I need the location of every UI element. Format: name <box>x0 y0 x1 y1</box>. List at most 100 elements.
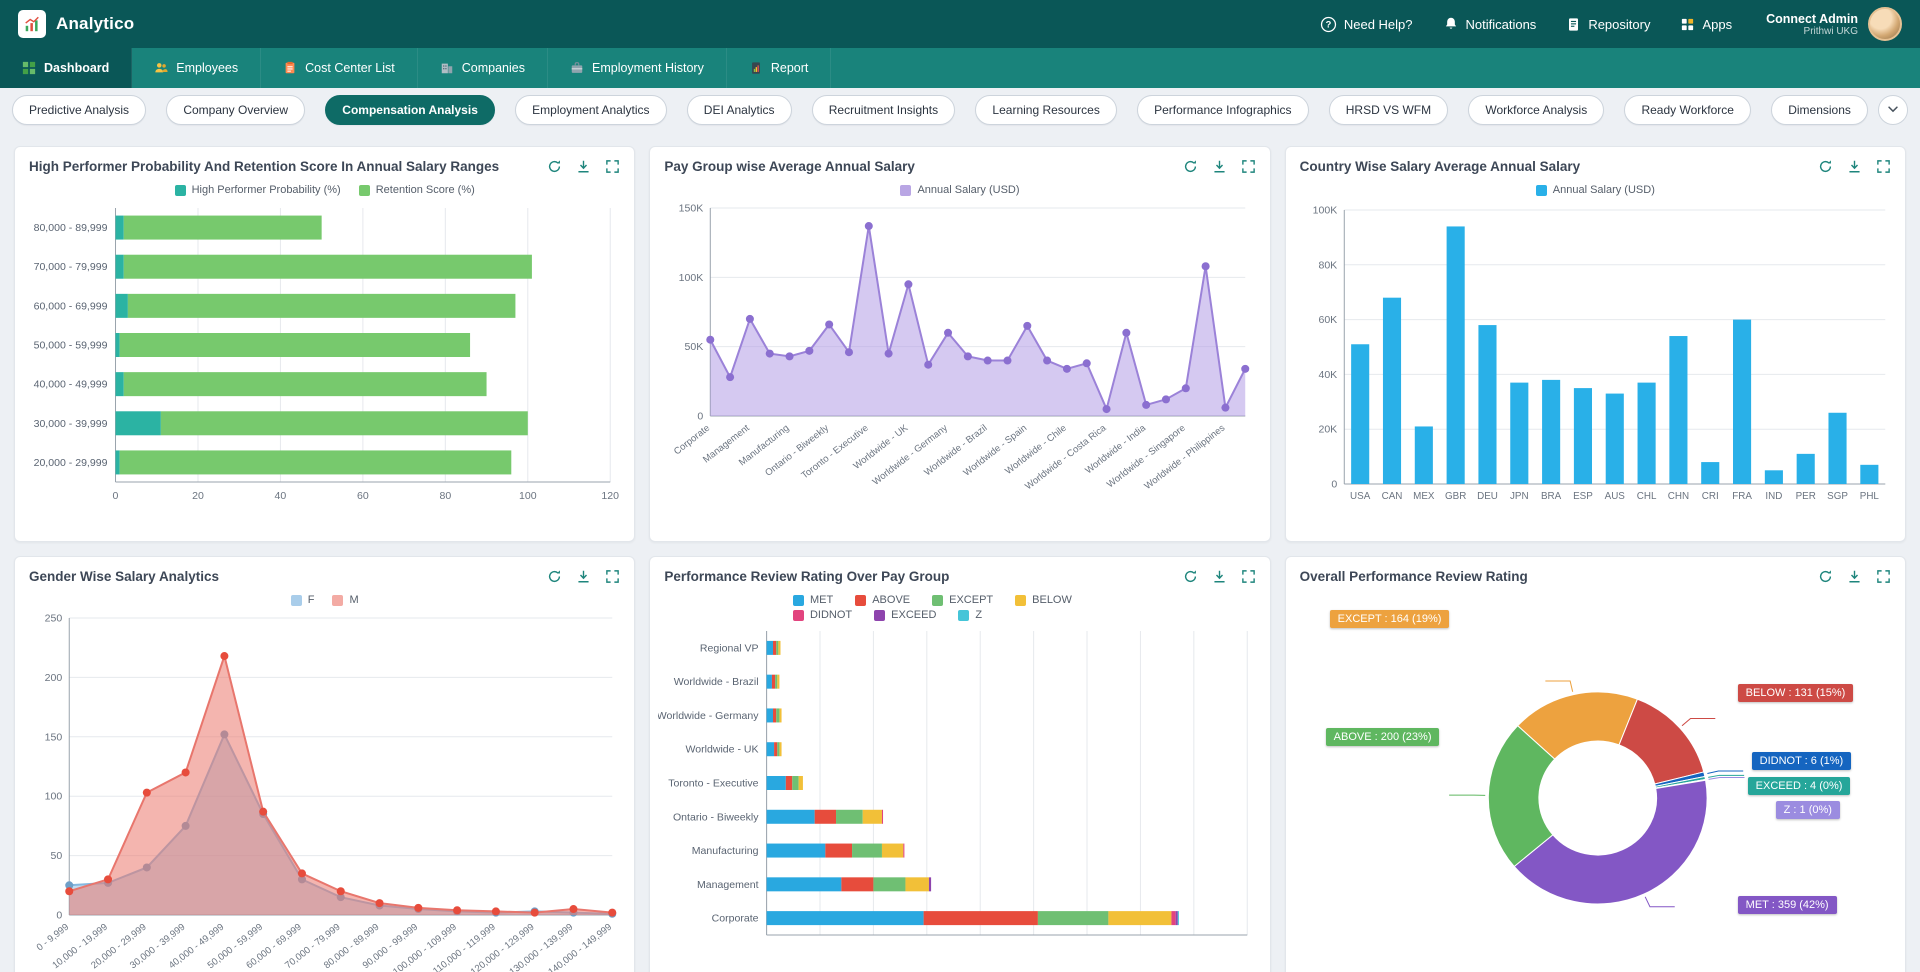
chart-legend: High Performer Probability (%) Retention … <box>15 178 634 198</box>
menu-need-help[interactable]: ?Need Help? <box>1320 16 1413 33</box>
pill-employment-analytics[interactable]: Employment Analytics <box>515 95 666 125</box>
area-chart-canvas: 0501001502002500 - 9,99910,000 - 19,9992… <box>23 610 626 972</box>
tab-employees[interactable]: Employees <box>132 48 261 88</box>
pill-company-overview[interactable]: Company Overview <box>166 95 305 125</box>
app-logo[interactable] <box>18 10 46 38</box>
download-button[interactable] <box>1847 159 1862 174</box>
card-paygroup-salary: Pay Group wise Average Annual Salary Ann… <box>649 146 1270 542</box>
pill-dimensions[interactable]: Dimensions <box>1771 95 1868 125</box>
svg-text:50K: 50K <box>685 341 704 353</box>
tab-cost-center-list[interactable]: Cost Center List <box>261 48 418 88</box>
expand-button[interactable] <box>1241 569 1256 584</box>
more-filters-button[interactable] <box>1878 95 1908 125</box>
card-header: Pay Group wise Average Annual Salary <box>650 147 1269 178</box>
svg-text:CAN: CAN <box>1381 491 1402 502</box>
svg-text:40,000 - 49,999: 40,000 - 49,999 <box>34 379 108 391</box>
user-avatar[interactable] <box>1868 7 1902 41</box>
tab-label: Dashboard <box>44 61 109 75</box>
chart-title: High Performer Probability And Retention… <box>29 159 499 174</box>
expand-button[interactable] <box>1876 159 1891 174</box>
chart-logo-icon <box>23 15 41 33</box>
menu-apps[interactable]: Apps <box>1680 17 1732 32</box>
legend-item[interactable]: EXCEPT <box>932 594 993 606</box>
menu-label: Repository <box>1588 17 1650 32</box>
svg-text:Ontario - Biweekly: Ontario - Biweekly <box>673 811 759 823</box>
download-button[interactable] <box>1847 569 1862 584</box>
stacked-hbar-chart-canvas: Regional VPWorldwide - BrazilWorldwide -… <box>658 625 1261 965</box>
legend-item[interactable]: DIDNOT <box>793 609 852 621</box>
expand-button[interactable] <box>605 159 620 174</box>
menu-notifications[interactable]: Notifications <box>1443 16 1537 32</box>
pill-workforce-analysis[interactable]: Workforce Analysis <box>1468 95 1604 125</box>
download-button[interactable] <box>576 159 591 174</box>
svg-text:Toronto - Executive: Toronto - Executive <box>669 778 759 790</box>
legend-label: Retention Score (%) <box>376 184 475 196</box>
svg-text:BRA: BRA <box>1541 491 1562 502</box>
tab-companies[interactable]: Companies <box>418 48 548 88</box>
svg-text:150: 150 <box>45 731 63 743</box>
pill-performance-infographics[interactable]: Performance Infographics <box>1137 95 1308 125</box>
tab-report[interactable]: Report <box>727 48 832 88</box>
legend-swatch <box>1536 185 1547 196</box>
legend-item[interactable]: Annual Salary (USD) <box>1536 184 1655 196</box>
refresh-button[interactable] <box>1183 569 1198 584</box>
svg-text:CRI: CRI <box>1701 491 1718 502</box>
svg-text:20K: 20K <box>1318 424 1337 436</box>
card-toolbar <box>1183 569 1256 584</box>
tab-employment-history[interactable]: Employment History <box>548 48 727 88</box>
legend-item[interactable]: MET <box>793 594 833 606</box>
user-menu[interactable]: Connect Admin Prithwi UKG <box>1766 7 1902 41</box>
filter-pills: Predictive Analysis Company Overview Compe… <box>12 95 1868 125</box>
svg-text:0: 0 <box>56 910 62 922</box>
refresh-button[interactable] <box>1818 159 1833 174</box>
bell-icon <box>1443 16 1459 32</box>
legend-label: EXCEPT <box>949 594 993 606</box>
legend-item[interactable]: High Performer Probability (%) <box>175 184 341 196</box>
svg-text:PHL: PHL <box>1859 491 1879 502</box>
svg-text:Corporate: Corporate <box>712 913 759 925</box>
refresh-button[interactable] <box>547 159 562 174</box>
donut-label-didnot: DIDNOT : 6 (1%) <box>1752 752 1852 770</box>
menu-repository[interactable]: Repository <box>1566 17 1650 32</box>
main-nav: Dashboard EmployeesCost Center ListCompan… <box>0 48 1920 88</box>
area-chart-canvas: 050K100K150KCorporateManagementManufactu… <box>658 200 1261 508</box>
tab-dashboard[interactable]: Dashboard <box>0 48 132 88</box>
legend-item[interactable]: ABOVE <box>855 594 910 606</box>
legend-item[interactable]: Retention Score (%) <box>359 184 475 196</box>
expand-button[interactable] <box>1876 569 1891 584</box>
pill-dei-analytics[interactable]: DEI Analytics <box>687 95 792 125</box>
legend-item[interactable]: EXCEED <box>874 609 936 621</box>
legend-label: M <box>349 594 358 606</box>
tab-label: Employment History <box>592 61 704 75</box>
legend-swatch <box>175 185 186 196</box>
menu-label: Apps <box>1702 17 1732 32</box>
refresh-button[interactable] <box>1818 569 1833 584</box>
chart-body: 02040608010012080,000 - 89,99970,000 - 7… <box>15 198 634 541</box>
refresh-button[interactable] <box>1183 159 1198 174</box>
legend-label: Annual Salary (USD) <box>1553 184 1655 196</box>
legend-label: DIDNOT <box>810 609 852 621</box>
legend-item[interactable]: F <box>291 594 315 606</box>
expand-button[interactable] <box>605 569 620 584</box>
svg-text:MEX: MEX <box>1413 491 1435 502</box>
download-button[interactable] <box>576 569 591 584</box>
download-button[interactable] <box>1212 159 1227 174</box>
download-button[interactable] <box>1212 569 1227 584</box>
pill-ready-workforce[interactable]: Ready Workforce <box>1624 95 1750 125</box>
pill-learning-resources[interactable]: Learning Resources <box>975 95 1116 125</box>
pill-recruitment-insights[interactable]: Recruitment Insights <box>812 95 955 125</box>
pill-predictive-analysis[interactable]: Predictive Analysis <box>12 95 146 125</box>
user-text: Connect Admin Prithwi UKG <box>1766 12 1858 37</box>
expand-button[interactable] <box>1241 159 1256 174</box>
pill-hrsd-vs-wfm[interactable]: HRSD VS WFM <box>1329 95 1448 125</box>
legend-swatch <box>291 595 302 606</box>
legend-item[interactable]: Annual Salary (USD) <box>900 184 1019 196</box>
svg-text:Worldwide - Germany: Worldwide - Germany <box>871 423 951 488</box>
legend-item[interactable]: Z <box>958 609 982 621</box>
pill-compensation-analysis[interactable]: Compensation Analysis <box>325 95 495 125</box>
legend-item[interactable]: M <box>332 594 358 606</box>
refresh-button[interactable] <box>547 569 562 584</box>
donut-area: EXCEPT : 164 (19%)BELOW : 131 (15%)DIDNO… <box>1286 588 1905 972</box>
download-icon <box>1212 162 1227 177</box>
legend-item[interactable]: BELOW <box>1015 594 1072 606</box>
